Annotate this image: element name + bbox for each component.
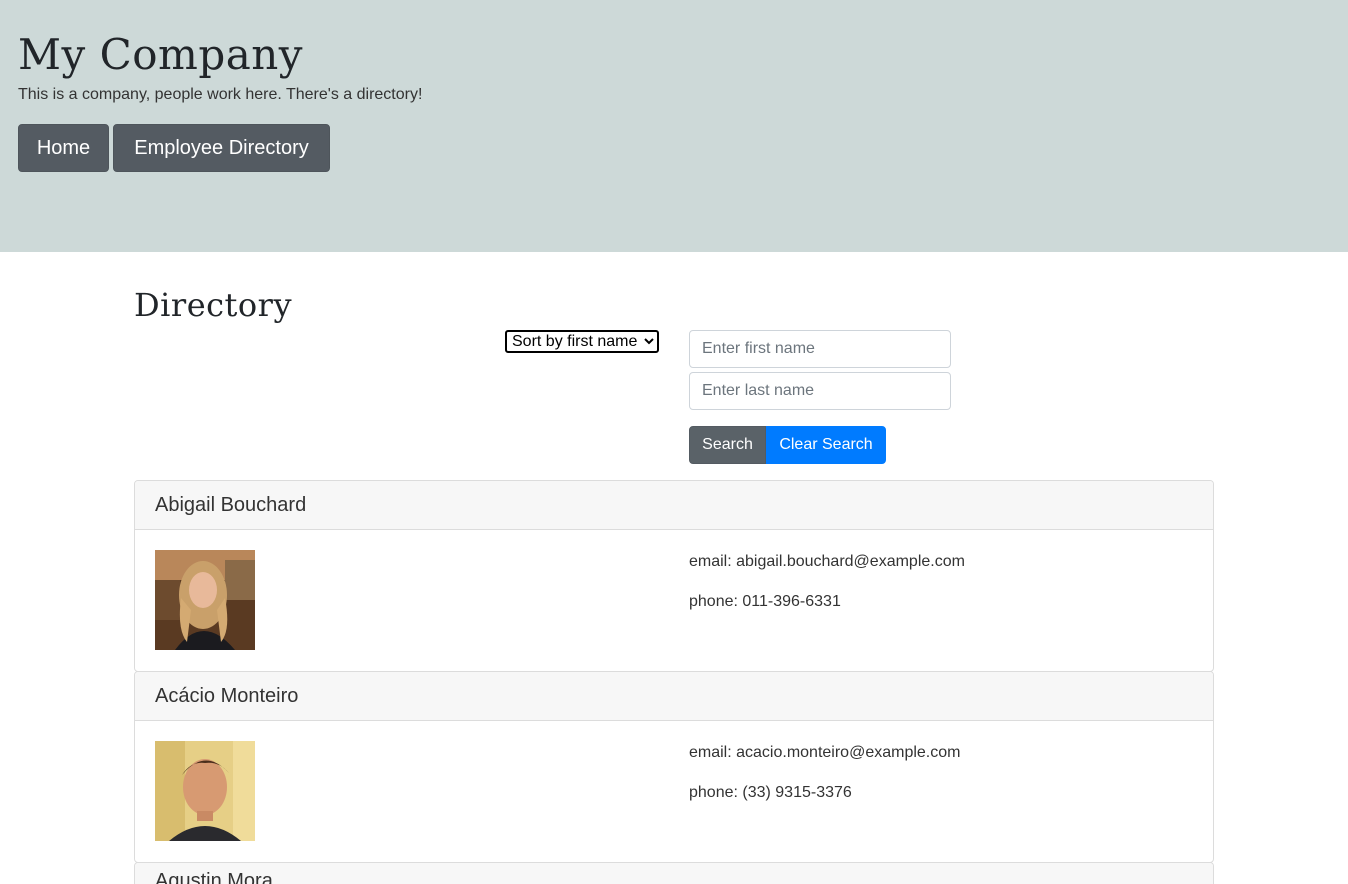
search-button[interactable]: Search bbox=[689, 426, 766, 464]
company-tagline: This is a company, people work here. The… bbox=[18, 86, 423, 103]
employee-name: Abigail Bouchard bbox=[135, 481, 1213, 530]
directory-title: Directory bbox=[134, 286, 293, 324]
employee-email: email: acacio.monteiro@example.com bbox=[689, 744, 961, 761]
employee-card: Agustin Mora bbox=[134, 862, 1214, 884]
company-title: My Company bbox=[18, 30, 304, 79]
employee-email: email: abigail.bouchard@example.com bbox=[689, 553, 965, 570]
last-name-input[interactable] bbox=[689, 372, 951, 410]
employee-card-body: email: acacio.monteiro@example.com phone… bbox=[135, 721, 1213, 862]
employee-card: Acácio Monteiro email: acacio.monteiro@e… bbox=[134, 671, 1214, 863]
employee-photo bbox=[155, 741, 255, 841]
employee-name: Agustin Mora bbox=[135, 863, 1213, 884]
employee-photo bbox=[155, 550, 255, 650]
employee-phone: phone: (33) 9315-3376 bbox=[689, 784, 852, 801]
nav-employee-directory-button[interactable]: Employee Directory bbox=[113, 124, 330, 172]
first-name-input[interactable] bbox=[689, 330, 951, 368]
employee-name: Acácio Monteiro bbox=[135, 672, 1213, 721]
employee-card-body: email: abigail.bouchard@example.com phon… bbox=[135, 530, 1213, 671]
employee-phone: phone: 011-396-6331 bbox=[689, 593, 841, 610]
site-header: My Company This is a company, people wor… bbox=[0, 0, 1348, 252]
clear-search-button[interactable]: Clear Search bbox=[766, 426, 886, 464]
employee-card: Abigail Bouchard email: abigail.bouchard… bbox=[134, 480, 1214, 672]
nav-home-button[interactable]: Home bbox=[18, 124, 109, 172]
sort-select[interactable]: Sort by first name bbox=[505, 330, 659, 353]
